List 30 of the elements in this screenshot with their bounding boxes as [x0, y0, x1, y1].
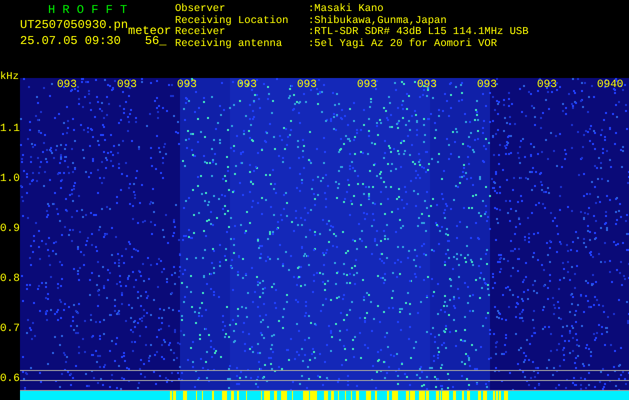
info-label: Observer — [175, 3, 226, 15]
info-label: Receiving antenna — [175, 38, 282, 50]
frequency-label: 0.6 — [0, 373, 20, 385]
info-value: :Shibukawa,Gunma,Japan — [308, 14, 447, 26]
time-label: 093 — [357, 79, 377, 91]
axis-unit: kHz — [0, 72, 19, 84]
info-value: :RTL-SDR SDR# 43dB L15 114.1MHz USB — [308, 26, 529, 38]
time-label: 093 — [177, 79, 197, 91]
frequency-label: 0.7 — [0, 323, 20, 335]
time-label: 093 — [477, 79, 497, 91]
info-value: :5el Yagi Az 20 for Aomori VOR — [308, 38, 498, 50]
frequency-label: 0.8 — [0, 273, 20, 285]
file-name: UT2507050930.pn — [20, 20, 128, 32]
frequency-label: 1.0 — [0, 173, 20, 185]
time-label: 093 — [417, 79, 437, 91]
time-label: 093 — [297, 79, 317, 91]
frequency-label: 1.1 — [0, 123, 20, 135]
info-label: Receiver — [175, 26, 226, 38]
app-title: H R O F F T — [47, 4, 128, 16]
time-label: 093 — [537, 79, 557, 91]
time-label: 093 — [57, 79, 77, 91]
timestamp: 25.07.05 09:30 — [20, 36, 121, 47]
time-label: 093 — [117, 79, 137, 91]
info-label: Receiving Location — [175, 14, 288, 26]
time-label: 0940 — [597, 79, 624, 91]
event-count: 56_ — [144, 36, 166, 47]
frequency-label: 0.9 — [0, 223, 20, 235]
event-type: meteor — [128, 26, 172, 38]
info-value: :Masaki Kano — [308, 3, 384, 15]
time-label: 093 — [237, 79, 257, 91]
